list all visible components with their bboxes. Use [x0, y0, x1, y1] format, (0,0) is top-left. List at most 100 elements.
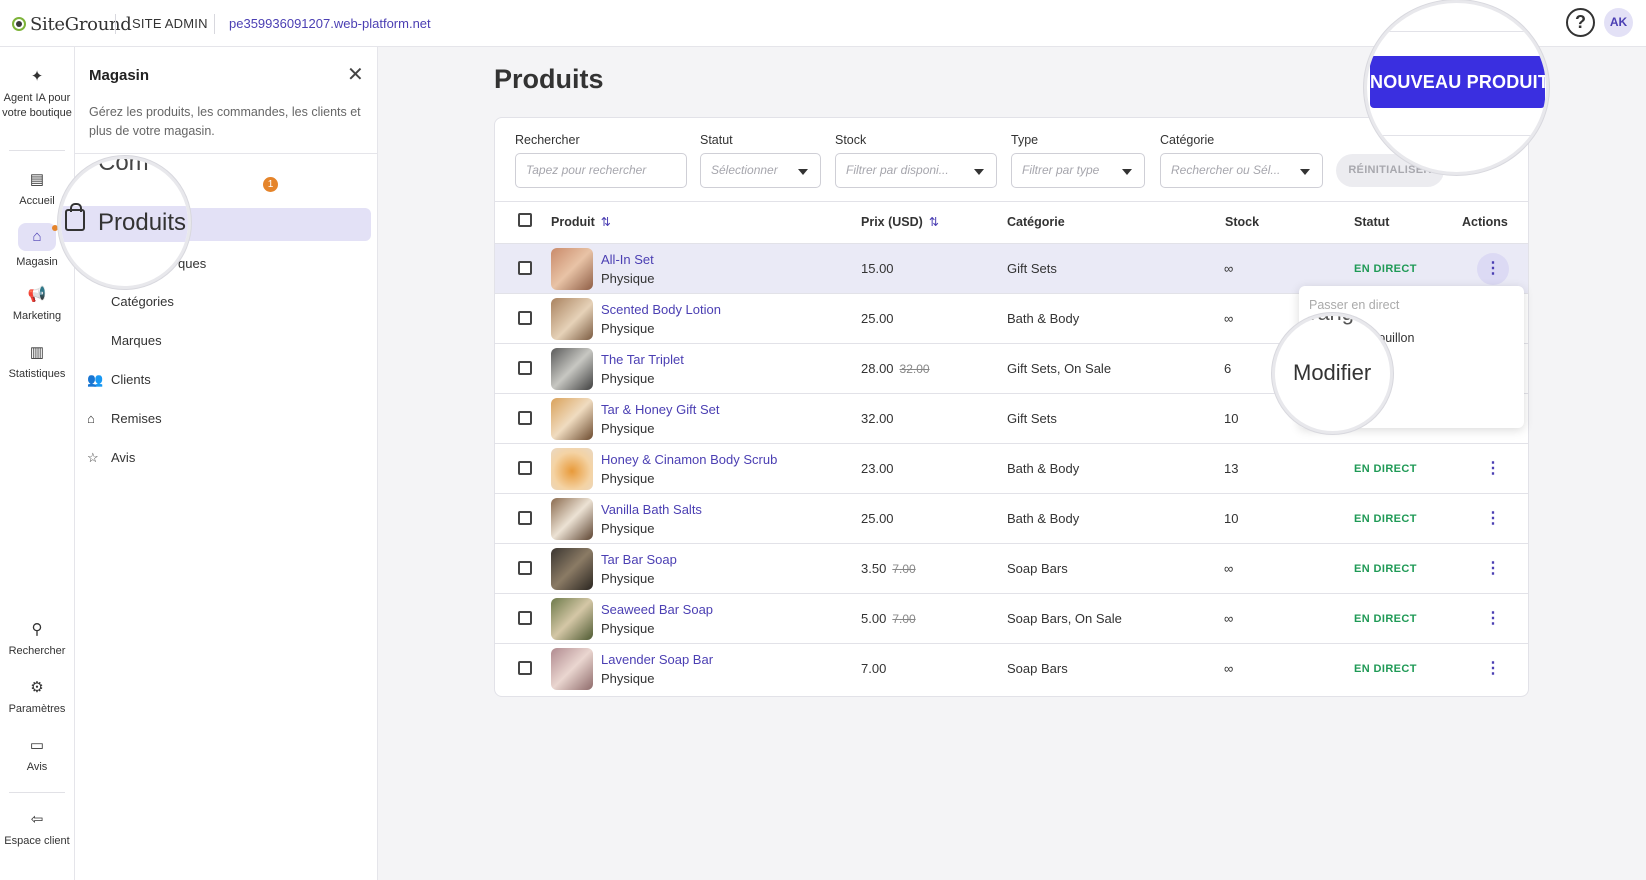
product-category: Gift Sets	[1007, 411, 1057, 426]
product-thumbnail[interactable]	[551, 298, 593, 340]
status-badge: EN DIRECT	[1354, 513, 1417, 525]
rail-settings[interactable]: ⚙ Paramètres	[0, 678, 74, 717]
current-price: 25.00	[861, 311, 894, 326]
product-category: Bath & Body	[1007, 511, 1080, 526]
select-all-checkbox[interactable]	[518, 213, 532, 227]
product-thumbnail[interactable]	[551, 348, 593, 390]
category-select[interactable]: Rechercher ou Sél...	[1160, 153, 1323, 188]
product-name-link[interactable]: Honey & Cinamon Body Scrub	[601, 452, 777, 467]
row-checkbox[interactable]	[518, 411, 532, 425]
megaphone-icon: 📢	[27, 286, 47, 303]
category-filter-label: Catégorie	[1160, 133, 1215, 147]
product-thumbnail[interactable]	[551, 548, 593, 590]
nav-item-brands[interactable]: Marques	[111, 333, 162, 348]
product-name-link[interactable]: Seaweed Bar Soap	[601, 602, 713, 617]
row-checkbox[interactable]	[518, 461, 532, 475]
divider	[115, 14, 116, 34]
product-stock: ∞	[1224, 611, 1234, 626]
product-price: 25.00	[861, 311, 894, 326]
table-row[interactable]: Seaweed Bar Soap Physique 5.00 7.00 Soap …	[495, 593, 1528, 643]
product-thumbnail[interactable]	[551, 648, 593, 690]
zoom-magnifier-new-product: NOUVEAU PRODUIT	[1364, 0, 1549, 175]
logo-icon	[12, 17, 26, 31]
close-icon[interactable]: ✕	[347, 62, 364, 87]
icon-rail: ✦ Agent IA pour votre boutique ▤ Accueil…	[0, 47, 75, 880]
product-type: Physique	[601, 571, 655, 586]
table-row[interactable]: Vanilla Bath Salts Physique 25.00 Bath &…	[495, 493, 1528, 543]
type-select[interactable]: Filtrer par type	[1011, 153, 1145, 188]
row-actions-menu-icon[interactable]: ⋮	[1477, 453, 1509, 485]
nav-item-discounts[interactable]: Remises	[111, 411, 162, 426]
row-actions-menu-icon[interactable]: ⋮	[1477, 553, 1509, 585]
row-actions-menu-icon[interactable]: ⋮	[1477, 603, 1509, 635]
nav-item-products[interactable]: Produits	[98, 209, 186, 237]
orders-badge: 1	[263, 177, 278, 192]
menu-item-go-live[interactable]: Passer en direct	[1309, 298, 1399, 312]
rail-ai-agent[interactable]: ✦ Agent IA pour votre boutique	[0, 67, 74, 121]
nav-item-partial[interactable]: ques	[178, 256, 206, 271]
product-type: Physique	[601, 321, 655, 336]
product-name-link[interactable]: Vanilla Bath Salts	[601, 502, 702, 517]
product-thumbnail[interactable]	[551, 598, 593, 640]
nav-item-clients[interactable]: Clients	[111, 372, 151, 387]
product-name-link[interactable]: Lavender Soap Bar	[601, 652, 713, 667]
rail-search[interactable]: ⚲ Rechercher	[0, 620, 74, 659]
help-button[interactable]: ?	[1566, 8, 1595, 37]
row-checkbox[interactable]	[518, 661, 532, 675]
new-product-button[interactable]: NOUVEAU PRODUIT	[1370, 56, 1546, 108]
rail-label: Avis	[26, 761, 48, 773]
divider	[1367, 135, 1546, 136]
row-actions-menu-icon[interactable]: ⋮	[1477, 253, 1509, 285]
search-input[interactable]: Tapez pour rechercher	[515, 153, 687, 188]
column-header-product[interactable]: Produit ⇅	[551, 215, 611, 229]
rail-label: Magasin	[16, 256, 58, 268]
menu-item-edit[interactable]: Modifier	[1293, 360, 1371, 386]
stock-select[interactable]: Filtrer par disponi...	[835, 153, 997, 188]
rail-marketing[interactable]: 📢 Marketing	[0, 285, 74, 324]
status-badge: EN DIRECT	[1354, 613, 1417, 625]
sort-icon[interactable]: ⇅	[601, 215, 611, 229]
row-checkbox[interactable]	[518, 511, 532, 525]
rail-client-area[interactable]: ⇦ Espace client	[0, 810, 74, 849]
status-badge: EN DIRECT	[1354, 263, 1417, 275]
siteground-logo[interactable]: SiteGround	[12, 13, 132, 35]
product-category: Soap Bars	[1007, 661, 1068, 676]
row-checkbox[interactable]	[518, 311, 532, 325]
stock-select-placeholder: Filtrer par disponi...	[846, 163, 949, 177]
product-price: 23.00	[861, 461, 894, 476]
row-actions-menu-icon[interactable]: ⋮	[1477, 653, 1509, 685]
table-row[interactable]: Tar Bar Soap Physique 3.50 7.00 Soap Bars…	[495, 543, 1528, 593]
status-select[interactable]: Sélectionner	[700, 153, 821, 188]
user-avatar[interactable]: AK	[1604, 8, 1633, 37]
product-thumbnail[interactable]	[551, 398, 593, 440]
row-actions-menu-icon[interactable]: ⋮	[1477, 503, 1509, 535]
sort-icon[interactable]: ⇅	[929, 215, 939, 229]
product-name-link[interactable]: Tar & Honey Gift Set	[601, 402, 720, 417]
product-name-link[interactable]: The Tar Triplet	[601, 352, 684, 367]
table-row[interactable]: Honey & Cinamon Body Scrub Physique 23.0…	[495, 443, 1528, 493]
chart-icon: ▥	[29, 344, 45, 361]
column-header-price[interactable]: Prix (USD) ⇅	[861, 215, 939, 229]
product-name-link[interactable]: Tar Bar Soap	[601, 552, 677, 567]
search-icon: ⚲	[31, 621, 43, 638]
rail-label: Marketing	[12, 310, 62, 322]
row-checkbox[interactable]	[518, 261, 532, 275]
product-name-link[interactable]: Scented Body Lotion	[601, 302, 721, 317]
column-header-label: Prix (USD)	[861, 215, 923, 229]
star-icon: ☆	[87, 450, 99, 465]
product-thumbnail[interactable]	[551, 448, 593, 490]
search-label: Rechercher	[515, 133, 580, 147]
row-checkbox[interactable]	[518, 361, 532, 375]
nav-item-reviews[interactable]: Avis	[111, 450, 135, 465]
product-name-link[interactable]: All-In Set	[601, 252, 654, 267]
rail-feedback[interactable]: ▭ Avis	[0, 736, 74, 775]
site-domain-link[interactable]: pe359936091207.web-platform.net	[229, 16, 431, 31]
row-checkbox[interactable]	[518, 561, 532, 575]
rail-statistics[interactable]: ▥ Statistiques	[0, 343, 74, 382]
row-checkbox[interactable]	[518, 611, 532, 625]
nav-item-categories[interactable]: Catégories	[111, 294, 174, 309]
product-thumbnail[interactable]	[551, 498, 593, 540]
table-row[interactable]: Lavender Soap Bar Physique 7.00 Soap Bar…	[495, 643, 1528, 693]
exit-icon: ⇦	[30, 811, 44, 828]
product-thumbnail[interactable]	[551, 248, 593, 290]
